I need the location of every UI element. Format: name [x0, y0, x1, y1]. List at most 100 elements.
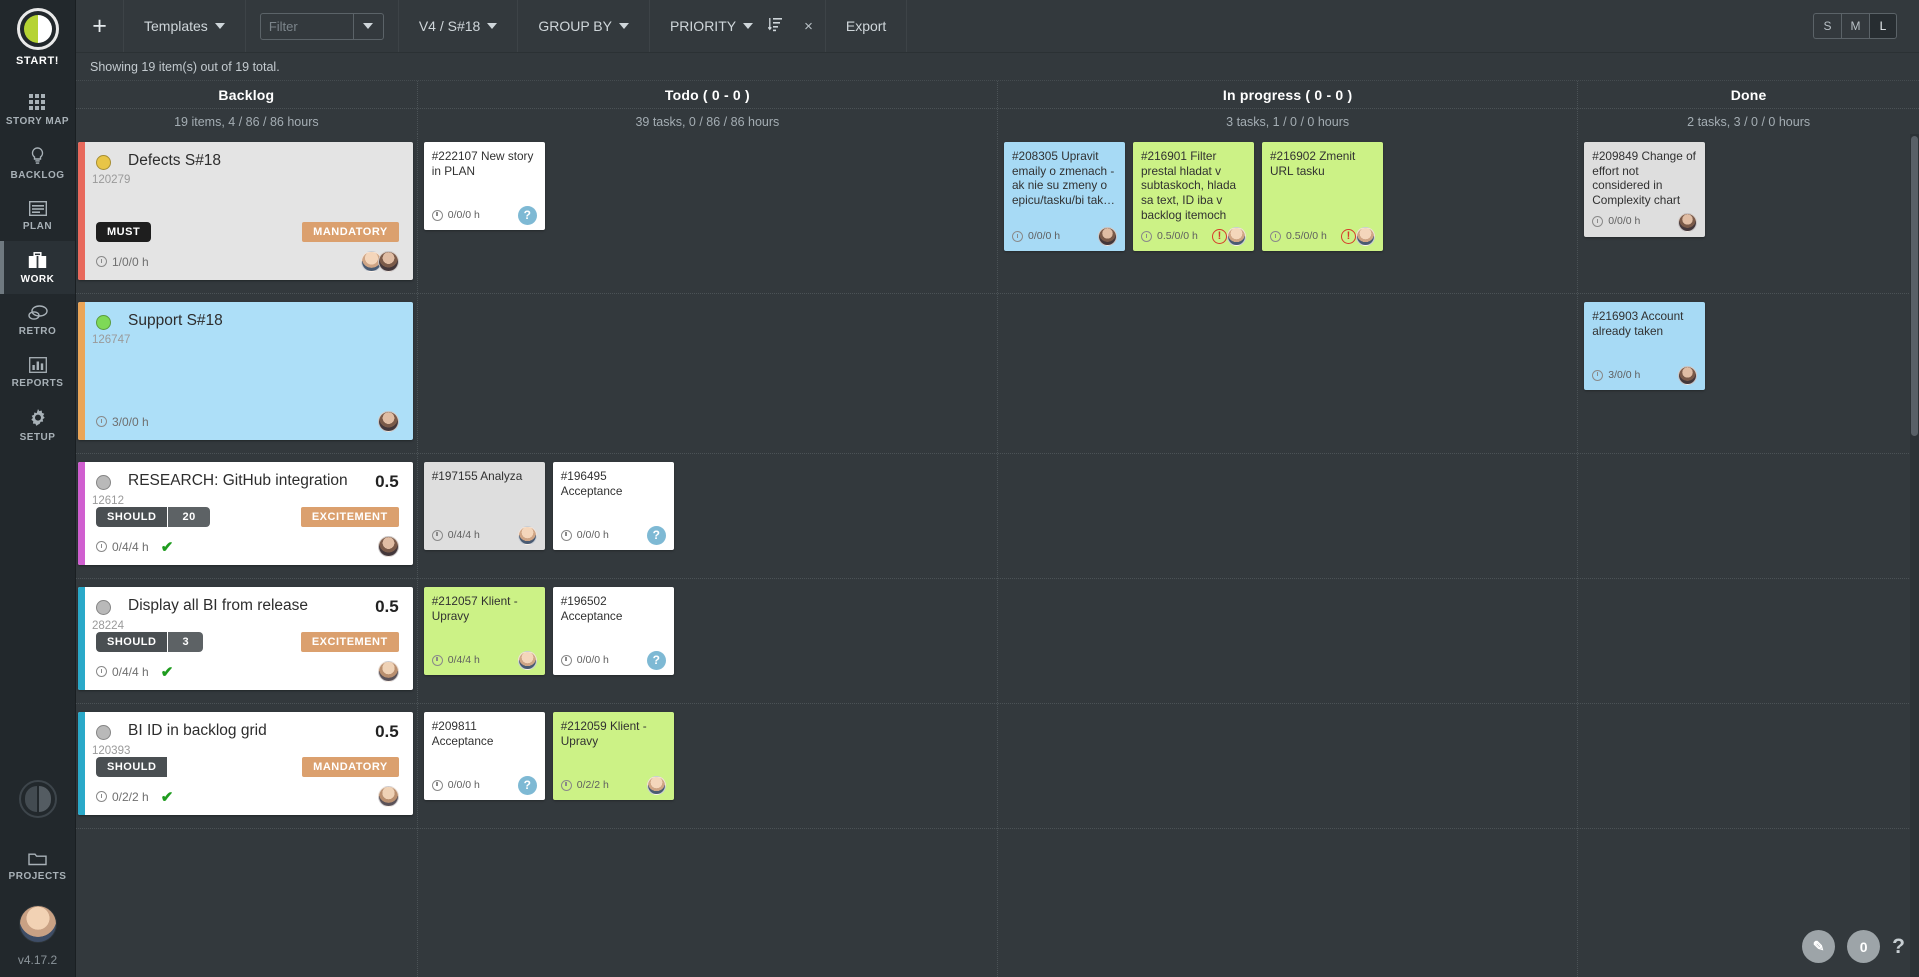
board-row-cell[interactable]: #209811 Acceptance 0/0/0 h? #212059 Klient… [417, 704, 997, 829]
task-card[interactable]: #222107 New story in PLAN 0/0/0 h? [423, 142, 545, 230]
priority-dropdown[interactable]: PRIORITY [650, 0, 759, 52]
sprint-selector[interactable]: V4 / S#18 [399, 0, 519, 52]
avatar[interactable] [1678, 366, 1698, 385]
tag-badge[interactable]: EXCITEMENT [300, 632, 399, 652]
task-card[interactable]: #216903 Account already taken 3/0/0 h [1584, 302, 1706, 390]
backlog-item-card[interactable]: Display all BI from release 0.5 28224 SHOUL… [78, 587, 413, 690]
export-button[interactable]: Export [824, 0, 908, 52]
board-row-cell[interactable]: Display all BI from release 0.5 28224 SHOUL… [76, 579, 417, 704]
unassigned-avatar[interactable]: ? [517, 776, 537, 795]
task-card[interactable]: #197155 Analyza 0/4/4 h [423, 462, 545, 550]
task-card[interactable]: #216902 Zmenit URL tasku 0.5/0/0 h! [1262, 142, 1383, 252]
sidebar-item-work[interactable]: WORK [0, 241, 75, 294]
scrollbar-thumb[interactable] [1911, 136, 1918, 436]
templates-dropdown[interactable]: Templates [124, 0, 246, 52]
avatar[interactable] [517, 526, 537, 545]
avatar[interactable] [377, 411, 399, 432]
badge-must[interactable]: MUST [96, 222, 152, 242]
board-body[interactable]: Defects S#18 120279 MUST MANDATORY 1/0/0 h Su… [76, 134, 1919, 977]
task-card[interactable]: #208305 Upravit emaily o zmenach - ak ni… [1004, 142, 1125, 252]
size-button-m[interactable]: M [1841, 13, 1869, 39]
filter-dropdown-button[interactable] [352, 13, 383, 39]
avatar[interactable] [377, 536, 399, 557]
task-card[interactable]: #216901 Filter prestal hladat v subtasko… [1133, 142, 1254, 252]
tag-badge[interactable]: EXCITEMENT [300, 507, 399, 527]
backlog-item-card[interactable]: RESEARCH: GitHub integration 0.5 12612 SHOU… [78, 462, 413, 565]
size-button-l[interactable]: L [1869, 13, 1897, 39]
badge-num[interactable]: 20 [168, 507, 210, 527]
secondary-logo-icon[interactable] [18, 780, 57, 818]
brand-logo[interactable]: START! [16, 8, 59, 67]
badge-should[interactable]: SHOULD [96, 507, 168, 527]
board-row-cell[interactable]: #209849 Change of effort not considered … [1578, 134, 1919, 294]
task-card[interactable]: #212057 Klient - Upravy 0/4/4 h [423, 587, 545, 675]
task-card[interactable]: #209849 Change of effort not considered … [1584, 142, 1706, 237]
board-row-cell[interactable]: #197155 Analyza 0/4/4 h #196495 Acceptance… [417, 454, 997, 579]
avatar[interactable] [377, 786, 399, 807]
warning-icon[interactable]: ! [1341, 229, 1356, 245]
board-row-cell[interactable]: #216903 Account already taken 3/0/0 h [1578, 294, 1919, 454]
filter-input[interactable] [260, 13, 353, 39]
avatar[interactable] [1356, 227, 1375, 247]
sidebar-item-story-map[interactable]: STORY MAP [0, 83, 75, 136]
avatar[interactable] [1098, 227, 1117, 247]
user-avatar[interactable] [18, 905, 57, 943]
sidebar-item-reports[interactable]: REPORTS [0, 346, 75, 398]
sort-button[interactable] [759, 0, 792, 52]
avatar[interactable] [646, 776, 666, 795]
avatar[interactable] [1227, 227, 1246, 247]
vertical-scrollbar[interactable] [1910, 134, 1919, 977]
backlog-item-card[interactable]: Defects S#18 120279 MUST MANDATORY 1/0/0 h [78, 142, 413, 280]
board-row-cell[interactable]: #208305 Upravit emaily o zmenach - ak ni… [998, 134, 1578, 294]
board-row-cell[interactable]: BI ID in backlog grid 0.5 120393 SHOULD MAND… [76, 704, 417, 829]
board-row-cell[interactable]: RESEARCH: GitHub integration 0.5 12612 SHOU… [76, 454, 417, 579]
status-dot-icon[interactable] [96, 155, 111, 170]
board-row-cell[interactable] [1578, 579, 1919, 704]
size-button-s[interactable]: S [1813, 13, 1841, 39]
sidebar-item-projects[interactable]: PROJECTS [0, 840, 75, 891]
board-row-cell[interactable] [998, 579, 1578, 704]
sidebar-item-backlog[interactable]: BACKLOG [0, 136, 75, 190]
badge-num[interactable]: 3 [168, 632, 204, 652]
board-row-cell[interactable]: #222107 New story in PLAN 0/0/0 h? [417, 134, 997, 294]
board-row-cell[interactable] [1578, 704, 1919, 829]
unassigned-avatar[interactable]: ? [517, 206, 537, 225]
help-fab[interactable]: ? [1892, 935, 1905, 959]
clear-sort-button[interactable]: × [792, 0, 825, 52]
backlog-item-card[interactable]: BI ID in backlog grid 0.5 120393 SHOULD MAND… [78, 712, 413, 815]
board-row-cell[interactable] [1578, 454, 1919, 579]
board-row-cell[interactable] [417, 294, 997, 454]
sidebar-item-plan[interactable]: PLAN [0, 190, 75, 241]
unassigned-avatar[interactable]: ? [646, 651, 666, 670]
add-button[interactable]: + [76, 0, 124, 52]
board-row-cell[interactable] [998, 454, 1578, 579]
board-row-cell[interactable]: #212057 Klient - Upravy 0/4/4 h #196502 Ac… [417, 579, 997, 704]
status-dot-icon[interactable] [96, 725, 111, 740]
edit-fab[interactable]: ✎ [1802, 930, 1836, 963]
unassigned-avatar[interactable]: ? [646, 526, 666, 545]
badge-should[interactable]: SHOULD [96, 757, 168, 777]
avatar[interactable] [377, 251, 399, 272]
board-row-cell[interactable] [998, 704, 1578, 829]
task-card[interactable]: #196502 Acceptance 0/0/0 h? [552, 587, 674, 675]
avatar[interactable] [1678, 212, 1698, 232]
sidebar-item-retro[interactable]: RETRO [0, 294, 75, 346]
status-dot-icon[interactable] [96, 315, 111, 330]
task-card[interactable]: #209811 Acceptance 0/0/0 h? [423, 712, 545, 800]
sidebar-item-setup[interactable]: SETUP [0, 398, 75, 452]
tag-badge[interactable]: MANDATORY [302, 757, 399, 777]
board-row-cell[interactable]: Support S#18 126747 3/0/0 h [76, 294, 417, 454]
task-card[interactable]: #212059 Klient - Upravy 0/2/2 h [552, 712, 674, 800]
backlog-item-card[interactable]: Support S#18 126747 3/0/0 h [78, 302, 413, 440]
badge-should[interactable]: SHOULD [96, 632, 168, 652]
group-by-dropdown[interactable]: GROUP BY [518, 0, 650, 52]
status-dot-icon[interactable] [96, 475, 111, 490]
board-row-cell[interactable] [998, 294, 1578, 454]
count-fab[interactable]: 0 [1847, 930, 1881, 963]
task-card[interactable]: #196495 Acceptance 0/0/0 h? [552, 462, 674, 550]
avatar[interactable] [377, 661, 399, 682]
avatar[interactable] [517, 651, 537, 670]
tag-badge[interactable]: MANDATORY [302, 222, 399, 242]
board-row-cell[interactable]: Defects S#18 120279 MUST MANDATORY 1/0/0 h [76, 134, 417, 294]
status-dot-icon[interactable] [96, 600, 111, 615]
